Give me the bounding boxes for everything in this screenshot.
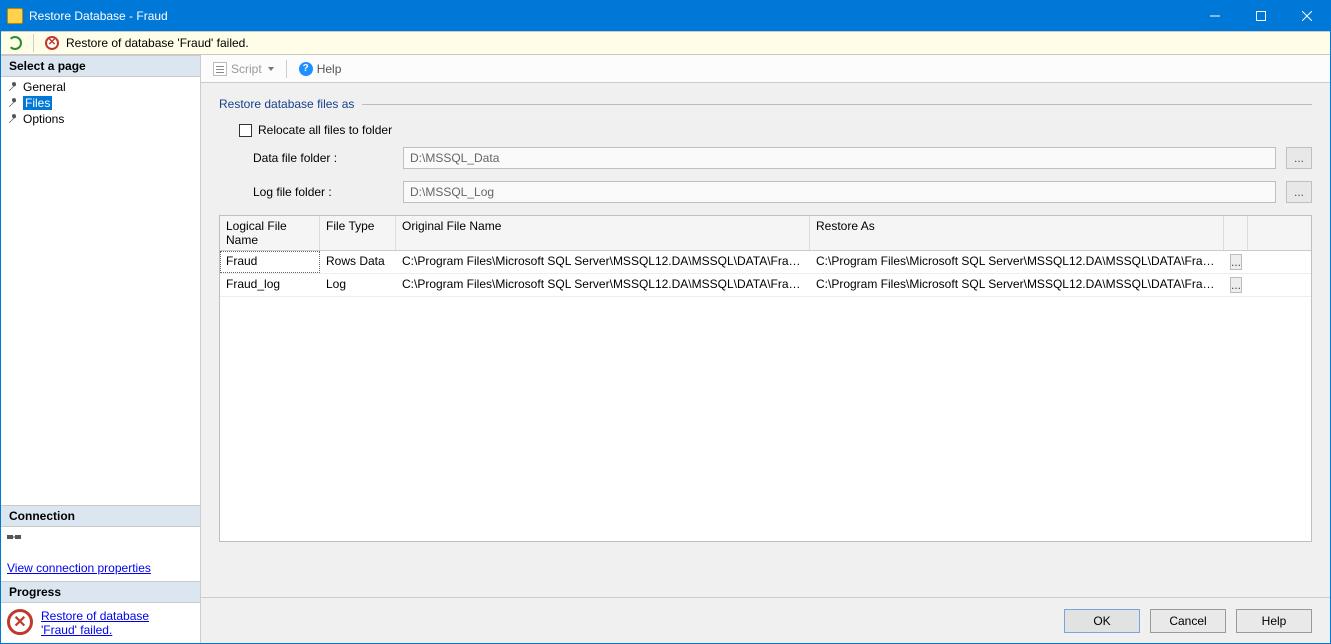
chevron-down-icon [268,67,274,71]
ellipsis-icon: ... [1231,278,1241,292]
view-connection-properties-link[interactable]: View connection properties [1,555,200,581]
sidebar-item-options[interactable]: Options [1,111,200,127]
cell-logical: Fraud [220,251,320,273]
cell-type: Log [320,274,396,296]
data-folder-label: Data file folder : [253,151,393,165]
separator [33,34,34,52]
col-type[interactable]: File Type [320,216,396,250]
row-browse-button[interactable]: ... [1230,277,1242,293]
relocate-label: Relocate all files to folder [258,123,392,137]
refresh-icon[interactable] [7,35,23,51]
content-area: Restore database files as Relocate all f… [201,83,1330,597]
files-grid: Logical File Name File Type Original Fil… [219,215,1312,542]
progress-error-icon: ✕ [7,609,33,635]
sidebar-spacer [1,129,200,505]
ok-button[interactable]: OK [1064,609,1140,633]
cell-restore: C:\Program Files\Microsoft SQL Server\MS… [810,251,1224,273]
script-label: Script [231,62,262,76]
group-rule [362,104,1312,105]
cell-type: Rows Data [320,251,396,273]
script-icon [213,62,227,76]
help-footer-label: Help [1262,614,1287,628]
connection-info [1,527,200,555]
wrench-icon [7,81,19,93]
col-logical[interactable]: Logical File Name [220,216,320,250]
cell-browse: ... [1224,251,1248,273]
cell-browse: ... [1224,274,1248,296]
cell-logical: Fraud_log [220,274,320,296]
cancel-label: Cancel [1169,614,1206,628]
data-folder-input[interactable] [403,147,1276,169]
close-button[interactable] [1284,1,1330,31]
col-restore[interactable]: Restore As [810,216,1224,250]
wrench-icon [7,113,19,125]
table-row[interactable]: Fraud Rows Data C:\Program Files\Microso… [220,251,1311,274]
status-message: Restore of database 'Fraud' failed. [66,36,249,50]
ellipsis-icon: ... [1294,151,1304,165]
data-folder-row: Data file folder : ... [253,147,1312,169]
connection-header: Connection [1,505,200,527]
titlebar: Restore Database - Fraud [1,1,1330,31]
sidebar-item-files[interactable]: Files [1,95,200,111]
help-footer-button[interactable]: Help [1236,609,1312,633]
table-row[interactable]: Fraud_log Log C:\Program Files\Microsoft… [220,274,1311,297]
error-icon: ✕ [44,35,60,51]
ellipsis-icon: ... [1294,185,1304,199]
help-button[interactable]: ? Help [295,60,346,78]
relocate-checkbox[interactable] [239,124,252,137]
group-title: Restore database files as [219,97,354,111]
cell-orig: C:\Program Files\Microsoft SQL Server\MS… [396,251,810,273]
group-header: Restore database files as [219,97,1312,111]
separator [286,60,287,78]
page-list: General Files Options [1,77,200,129]
grid-header: Logical File Name File Type Original Fil… [220,216,1311,251]
select-page-header: Select a page [1,55,200,77]
ok-label: OK [1093,614,1110,628]
col-action [1224,216,1248,250]
relocate-row: Relocate all files to folder [239,123,1312,137]
sidebar-item-label: Files [23,96,52,110]
log-folder-input[interactable] [403,181,1276,203]
sidebar-item-label: General [23,80,66,94]
window: Restore Database - Fraud ✕ Restore of da… [0,0,1331,644]
main-panel: Script ? Help Restore database files as … [201,55,1330,643]
row-browse-button[interactable]: ... [1230,254,1242,270]
progress-panel: ✕ Restore of database 'Fraud' failed. [1,603,200,643]
data-folder-browse-button[interactable]: ... [1286,147,1312,169]
cell-orig: C:\Program Files\Microsoft SQL Server\MS… [396,274,810,296]
col-orig[interactable]: Original File Name [396,216,810,250]
log-folder-label: Log file folder : [253,185,393,199]
help-label: Help [317,62,342,76]
log-folder-browse-button[interactable]: ... [1286,181,1312,203]
dialog-body: Select a page General Files Options Conn… [1,55,1330,643]
cancel-button[interactable]: Cancel [1150,609,1226,633]
server-icon [7,532,21,542]
dialog-footer: OK Cancel Help [201,597,1330,643]
wrench-icon [7,97,19,109]
grid-body: Fraud Rows Data C:\Program Files\Microso… [220,251,1311,541]
window-buttons [1192,1,1330,31]
ellipsis-icon: ... [1231,255,1241,269]
help-icon: ? [299,62,313,76]
script-button[interactable]: Script [209,60,278,78]
app-icon [7,8,23,24]
toolbar: Script ? Help [201,55,1330,83]
sidebar-item-label: Options [23,112,64,126]
sidebar: Select a page General Files Options Conn… [1,55,201,643]
maximize-button[interactable] [1238,1,1284,31]
window-title: Restore Database - Fraud [29,9,1192,23]
progress-header: Progress [1,581,200,603]
log-folder-row: Log file folder : ... [253,181,1312,203]
cell-restore: C:\Program Files\Microsoft SQL Server\MS… [810,274,1224,296]
minimize-button[interactable] [1192,1,1238,31]
progress-message-link[interactable]: Restore of database 'Fraud' failed. [41,609,181,637]
status-bar: ✕ Restore of database 'Fraud' failed. [1,31,1330,55]
sidebar-item-general[interactable]: General [1,79,200,95]
